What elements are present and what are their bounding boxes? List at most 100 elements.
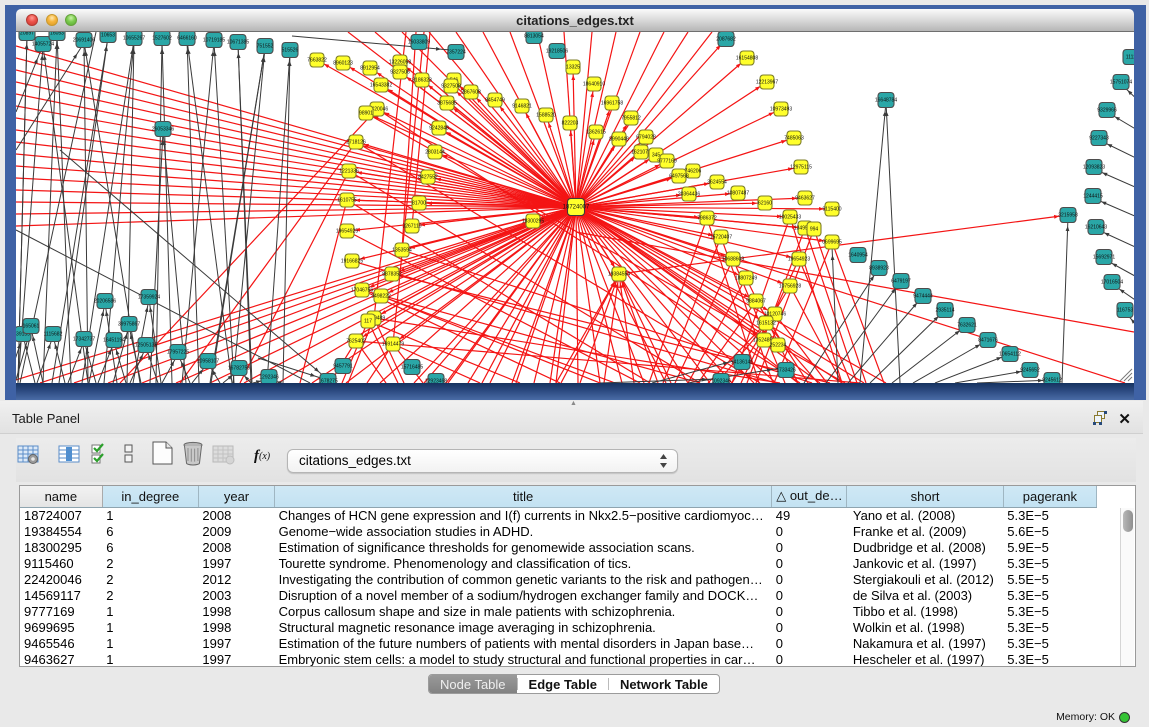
svg-text:10025433: 10025433 bbox=[779, 215, 801, 221]
svg-text:8878352: 8878352 bbox=[382, 272, 402, 278]
svg-text:62160: 62160 bbox=[758, 201, 772, 207]
svg-text:8813054: 8813054 bbox=[524, 34, 544, 40]
svg-text:252234: 252234 bbox=[770, 343, 787, 349]
svg-text:10807487: 10807487 bbox=[727, 191, 749, 197]
svg-text:8938923: 8938923 bbox=[869, 266, 889, 272]
svg-text:9327508: 9327508 bbox=[441, 84, 461, 90]
svg-text:9327506: 9327506 bbox=[390, 70, 410, 76]
svg-text:7663822: 7663822 bbox=[307, 58, 327, 64]
svg-text:10958107: 10958107 bbox=[197, 359, 219, 365]
svg-text:1615132: 1615132 bbox=[756, 321, 776, 327]
svg-text:20691406: 20691406 bbox=[73, 38, 95, 44]
svg-text:9884067: 9884067 bbox=[746, 299, 766, 305]
svg-text:8471676: 8471676 bbox=[978, 338, 998, 344]
svg-text:1112: 1112 bbox=[1126, 55, 1134, 61]
svg-text:16451194: 16451194 bbox=[103, 338, 125, 344]
svg-text:1527602: 1527602 bbox=[152, 36, 172, 42]
svg-text:1353594: 1353594 bbox=[392, 248, 412, 254]
svg-text:14136141: 14136141 bbox=[731, 360, 753, 366]
svg-text:8454749: 8454749 bbox=[485, 98, 505, 104]
svg-text:7485063: 7485063 bbox=[784, 136, 804, 142]
svg-text:10655267: 10655267 bbox=[123, 36, 145, 42]
svg-text:19654923: 19654923 bbox=[788, 257, 810, 263]
svg-text:165061: 165061 bbox=[23, 324, 40, 330]
svg-text:1362615: 1362615 bbox=[586, 130, 606, 136]
svg-text:10719185: 10719185 bbox=[203, 38, 225, 44]
svg-text:12093823: 12093823 bbox=[1083, 165, 1105, 171]
svg-text:1733426: 1733426 bbox=[776, 368, 796, 374]
svg-text:1244415: 1244415 bbox=[1083, 194, 1103, 200]
svg-text:16154808: 16154808 bbox=[736, 56, 758, 62]
svg-text:18640910: 18640910 bbox=[583, 82, 605, 88]
svg-text:7632621: 7632621 bbox=[957, 323, 977, 329]
svg-text:9146821: 9146821 bbox=[512, 104, 532, 110]
svg-text:15692971: 15692971 bbox=[1093, 255, 1115, 261]
svg-text:(x): (x) bbox=[259, 451, 271, 462]
svg-text:2935114: 2935114 bbox=[935, 308, 954, 314]
svg-text:3267110: 3267110 bbox=[402, 224, 421, 230]
svg-text:17046756: 17046756 bbox=[351, 288, 373, 294]
svg-text:18300295: 18300295 bbox=[522, 219, 544, 225]
svg-text:1640954: 1640954 bbox=[848, 253, 868, 259]
svg-text:1292346: 1292346 bbox=[259, 375, 279, 381]
svg-text:2718126: 2718126 bbox=[346, 140, 366, 146]
svg-text:6794028: 6794028 bbox=[636, 135, 656, 141]
svg-text:1221336: 1221336 bbox=[339, 169, 359, 175]
svg-text:16648784: 16648784 bbox=[875, 98, 897, 104]
svg-text:515526: 515526 bbox=[282, 48, 299, 54]
svg-text:994: 994 bbox=[810, 227, 819, 233]
svg-text:9245652: 9245652 bbox=[1020, 368, 1040, 374]
svg-text:26053346: 26053346 bbox=[152, 127, 174, 133]
svg-text:16210643: 16210643 bbox=[1085, 225, 1107, 231]
svg-text:10653: 10653 bbox=[101, 33, 115, 39]
svg-text:18724007: 18724007 bbox=[563, 205, 590, 211]
svg-text:3215958: 3215958 bbox=[1058, 213, 1078, 219]
svg-text:12975115: 12975115 bbox=[790, 165, 812, 171]
svg-text:8990448: 8990448 bbox=[609, 137, 629, 143]
svg-text:17359924: 17359924 bbox=[138, 295, 160, 301]
svg-text:9115400: 9115400 bbox=[822, 207, 841, 213]
svg-text:8427552: 8427552 bbox=[418, 175, 438, 181]
svg-text:822203: 822203 bbox=[562, 121, 579, 127]
svg-text:8960123: 8960123 bbox=[333, 61, 353, 67]
svg-text:3498222: 3498222 bbox=[371, 294, 391, 300]
svg-text:16782759: 16782759 bbox=[228, 366, 250, 372]
svg-text:751552: 751552 bbox=[257, 44, 274, 50]
svg-text:10654112: 10654112 bbox=[999, 352, 1021, 358]
svg-text:15751074: 15751074 bbox=[1110, 80, 1132, 86]
svg-text:0699695: 0699695 bbox=[822, 240, 842, 246]
svg-text:18807249: 18807249 bbox=[735, 276, 757, 282]
svg-text:9457791: 9457791 bbox=[333, 364, 353, 370]
svg-text:39975867: 39975867 bbox=[118, 322, 140, 328]
svg-text:17016504: 17016504 bbox=[1101, 280, 1123, 286]
svg-text:16961758: 16961758 bbox=[601, 101, 623, 107]
svg-text:6466160: 6466160 bbox=[177, 36, 197, 42]
svg-text:6497568: 6497568 bbox=[669, 174, 689, 180]
svg-text:16053: 16053 bbox=[50, 32, 64, 37]
svg-text:7955812: 7955812 bbox=[621, 116, 641, 122]
svg-text:3624554: 3624554 bbox=[707, 180, 727, 186]
svg-text:13325: 13325 bbox=[566, 65, 580, 71]
svg-text:9329966: 9329966 bbox=[1097, 108, 1117, 114]
svg-text:10671385: 10671385 bbox=[227, 40, 249, 46]
svg-text:15720407: 15720407 bbox=[710, 235, 732, 241]
svg-text:116753: 116753 bbox=[1117, 308, 1134, 314]
svg-text:10756928: 10756928 bbox=[779, 284, 801, 290]
svg-text:20206586: 20206586 bbox=[94, 299, 116, 305]
svg-text:20897: 20897 bbox=[20, 32, 34, 37]
svg-text:10973493: 10973493 bbox=[770, 107, 792, 113]
svg-text:1610755: 1610755 bbox=[337, 198, 357, 204]
svg-text:8912954: 8912954 bbox=[360, 66, 380, 72]
svg-text:2867608: 2867608 bbox=[461, 90, 481, 96]
svg-text:3875685: 3875685 bbox=[437, 101, 457, 107]
svg-text:12505135: 12505135 bbox=[135, 343, 157, 349]
svg-text:15716485: 15716485 bbox=[401, 365, 423, 371]
svg-text:9474444: 9474444 bbox=[913, 294, 933, 300]
svg-text:16914479: 16914479 bbox=[382, 342, 404, 348]
svg-text:17342737: 17342737 bbox=[73, 337, 95, 343]
svg-text:81700: 81700 bbox=[412, 201, 426, 207]
svg-text:12213967: 12213967 bbox=[756, 80, 778, 86]
svg-text:19384554: 19384554 bbox=[608, 272, 630, 278]
svg-text:17957225: 17957225 bbox=[167, 350, 189, 356]
svg-text:16543382: 16543382 bbox=[370, 83, 392, 89]
